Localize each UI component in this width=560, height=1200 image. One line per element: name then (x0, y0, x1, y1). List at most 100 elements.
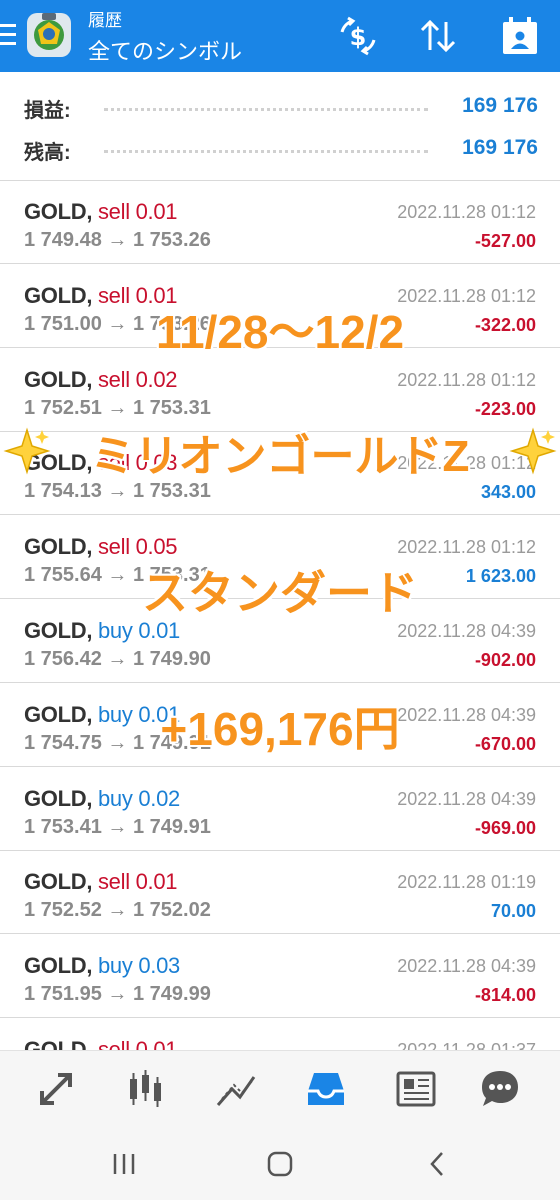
trade-symbol: GOLD, sell 0.01 (24, 199, 178, 225)
dotted-leader (104, 108, 428, 111)
trade-time: 2022.11.28 01:12 (397, 369, 536, 390)
trade-prices: 1 752.52 → 1 752.02 (24, 899, 211, 922)
trade-profit: -670.00 (474, 733, 536, 754)
recent-apps-icon[interactable] (106, 1146, 142, 1182)
symbol-name: GOLD, (24, 618, 93, 643)
trade-side-volume: sell 0.01 (97, 1037, 178, 1050)
open-price: 1 752.52 (24, 899, 102, 922)
arrow-right-icon: → (101, 648, 133, 670)
close-price: 1 753.31 (132, 396, 211, 419)
trade-time: 2022.11.28 01:19 (397, 872, 536, 893)
overlay-plan: スタンダード (142, 567, 418, 619)
trade-symbol: GOLD, buy 0.02 (24, 786, 180, 812)
trade-symbol: GOLD, sell 0.02 (24, 366, 178, 393)
trade-row[interactable]: GOLD, buy 0.03 1 751.95 → 1 749.99 2022.11… (0, 935, 560, 1019)
profit-value: 169 176 (462, 94, 538, 117)
trade-profit: -527.00 (474, 231, 536, 251)
trade-symbol: GOLD, buy 0.03 (24, 953, 180, 979)
calendar-icon[interactable] (498, 14, 542, 58)
trade-side-volume: buy 0.03 (97, 953, 180, 979)
open-price: 1 755.64 (24, 564, 102, 587)
trade-profit: 1 623.00 (465, 566, 536, 587)
symbol-name: GOLD, (24, 366, 93, 392)
menu-icon[interactable] (0, 18, 18, 54)
app-header: 履歴 全てのシンボル $ (0, 0, 560, 72)
overlay-total: +169,176円 (160, 703, 400, 755)
trade-row[interactable]: GOLD, sell 0.01 1 749.48 → 1 753.26 2022.1… (0, 181, 560, 264)
symbol-filter[interactable]: 全てのシンボル (88, 34, 242, 66)
close-price: 1 749.91 (132, 815, 211, 838)
open-price: 1 754.75 (24, 731, 102, 754)
trade-row[interactable]: GOLD, buy 0.02 1 753.41 → 1 749.91 2022.11… (0, 768, 560, 851)
close-price: 1 749.90 (132, 648, 211, 670)
bottom-tab-bar (0, 1050, 560, 1125)
profit-row: 損益: 169 176 (24, 86, 538, 126)
balance-row: 残高: 169 176 (24, 128, 538, 168)
dotted-leader (104, 150, 428, 153)
symbol-name: GOLD, (24, 1037, 93, 1050)
overlay-product-banner: ミリオンゴールドZ (0, 418, 560, 482)
trade-side-volume: sell 0.05 (97, 534, 178, 560)
trade-profit: -902.00 (474, 650, 536, 670)
open-price: 1 751.00 (24, 312, 102, 335)
trade-side-volume: buy 0.02 (97, 785, 180, 811)
trade-icon[interactable] (212, 1065, 260, 1113)
trade-symbol: GOLD, sell 0.01 (24, 1037, 178, 1050)
trade-symbol: GOLD, sell 0.01 (24, 869, 178, 895)
trade-side-volume: sell 0.02 (97, 366, 178, 392)
arrow-right-icon: → (101, 396, 133, 419)
trade-time: 2022.11.28 01:12 (397, 202, 536, 222)
chat-icon[interactable] (476, 1065, 524, 1113)
arrow-right-icon: → (101, 983, 133, 1006)
symbol-name: GOLD, (24, 282, 93, 308)
trade-side-volume: sell 0.01 (97, 869, 178, 895)
arrow-right-icon: → (101, 899, 133, 922)
open-price: 1 751.95 (24, 983, 102, 1006)
symbol-name: GOLD, (24, 953, 93, 979)
trade-time: 2022.11.28 01:12 (397, 537, 536, 558)
trade-prices: 1 751.95 → 1 749.99 (24, 983, 211, 1006)
home-icon[interactable] (262, 1146, 298, 1182)
symbol-name: GOLD, (24, 534, 93, 560)
trade-time: 2022.11.28 04:39 (397, 956, 536, 977)
close-price: 1 753.26 (132, 229, 211, 251)
open-price: 1 753.41 (24, 815, 102, 838)
app-logo (27, 13, 71, 57)
open-price: 1 756.42 (24, 648, 102, 670)
trade-prices: 1 753.41 → 1 749.91 (24, 816, 211, 839)
history-icon[interactable] (302, 1065, 350, 1113)
trade-time: 2022.11.28 04:39 (397, 788, 536, 809)
open-price: 1 752.51 (24, 396, 102, 419)
trade-prices: 1 749.48 → 1 753.26 (24, 229, 211, 252)
page-title: 履歴 (88, 11, 122, 30)
sparkles-icon (3, 427, 51, 475)
trade-profit: 70.00 (490, 901, 536, 922)
trade-profit: 343.00 (480, 482, 536, 503)
overlay-product: ミリオンゴールドZ (90, 432, 470, 481)
close-price: 1 749.99 (132, 983, 211, 1006)
trade-row[interactable]: GOLD, sell 0.01 1 752.52 → 1 752.02 2022.1… (0, 851, 560, 935)
trade-profit: -322.00 (474, 314, 536, 335)
arrow-right-icon: → (101, 229, 133, 251)
trade-profit: -223.00 (474, 398, 536, 419)
trade-profit: -969.00 (474, 817, 536, 838)
overlay-date-range: 11/28～12/2 (155, 306, 405, 358)
back-icon[interactable] (420, 1146, 456, 1182)
balance-label: 残高: (24, 142, 71, 164)
trade-prices: 1 752.51 → 1 753.31 (24, 397, 211, 420)
quotes-icon[interactable] (32, 1065, 80, 1113)
open-price: 1 749.48 (24, 229, 102, 251)
dollar-exchange-icon[interactable]: $ (336, 14, 380, 58)
symbol-name: GOLD, (24, 869, 93, 895)
news-icon[interactable] (392, 1065, 440, 1113)
system-navigation-bar (0, 1124, 560, 1200)
trade-row[interactable]: GOLD, sell 0.01 2022.11.28 01:37 (0, 1019, 560, 1050)
balance-value: 169 176 (462, 136, 538, 159)
account-summary: 損益: 169 176 残高: 169 176 (0, 72, 560, 180)
arrow-right-icon: → (101, 815, 133, 838)
symbol-name: GOLD, (24, 785, 93, 811)
chart-icon[interactable] (122, 1065, 170, 1113)
symbol-name: GOLD, (24, 199, 93, 224)
trade-profit: -814.00 (474, 985, 536, 1006)
sort-icon[interactable] (416, 14, 460, 58)
